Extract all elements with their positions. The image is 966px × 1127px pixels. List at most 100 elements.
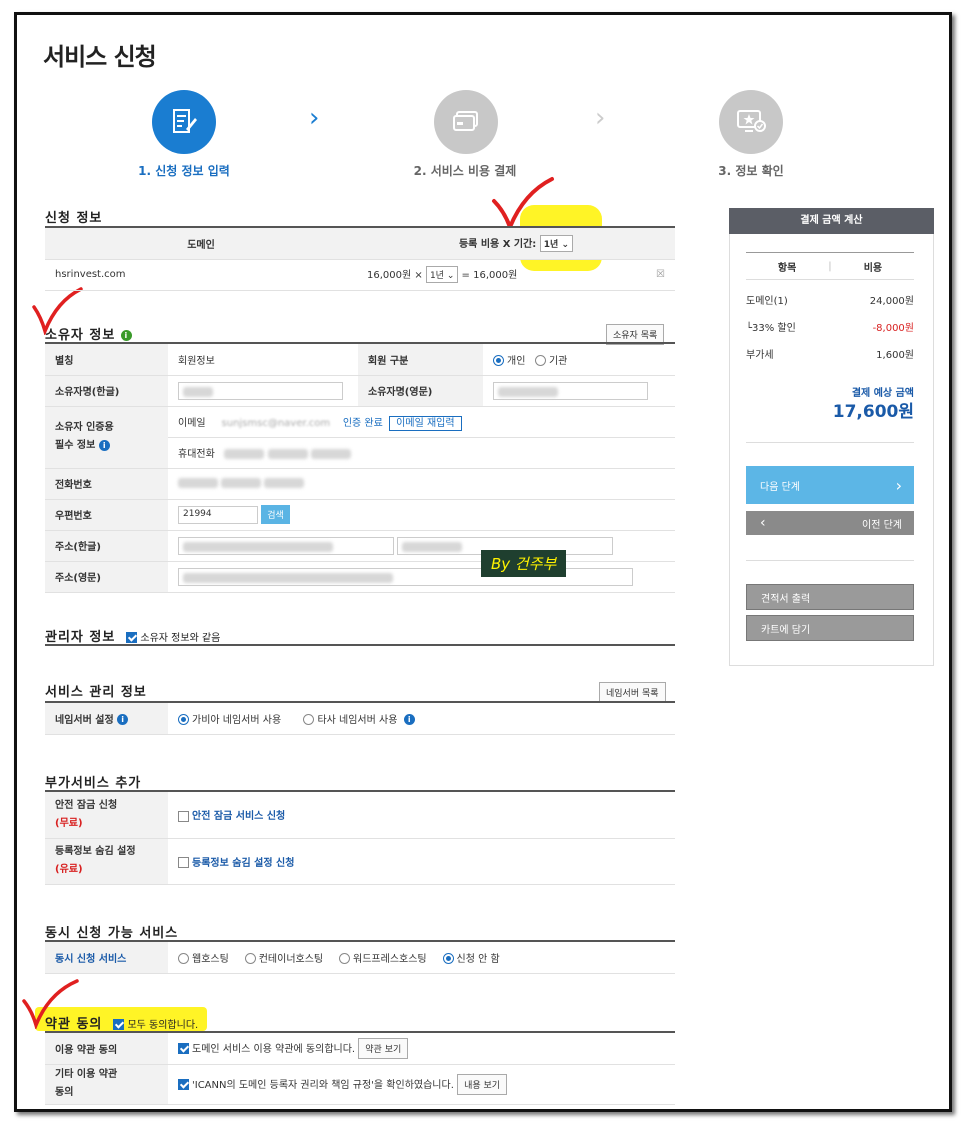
period-select[interactable]: 1년 ⌄ [539,235,574,252]
period-select-value: 1년 [543,240,559,250]
add-to-cart-label: 카트에 담기 [761,624,811,636]
check-mark-icon [492,177,554,231]
fee-period-select[interactable]: 1년 ⌄ [425,266,459,284]
remove-icon[interactable]: ☒ [656,269,665,280]
radio-gabia-ns[interactable] [178,714,189,726]
name-en-label: 소유자명(영문) [358,375,483,407]
col-fee-label: 등록 비용 X 기간: [458,238,537,250]
row-item: 도메인(1) [746,296,788,307]
add-to-cart-button[interactable]: 카트에 담기 [746,615,914,641]
page-frame: 서비스 신청 › › 1. 신청 정보 입력 2. 서비스 비용 결제 3. 정… [14,12,952,1112]
radio-personal[interactable] [493,355,504,367]
name-en-input[interactable] [493,381,648,400]
radio-wordpress[interactable] [339,953,351,965]
service-table: 네임서버 설정 i 가비아 네임서버 사용 타사 네임서버 사용 i [45,703,675,735]
radio-other-ns[interactable] [303,714,315,726]
radio-none[interactable] [442,953,454,965]
addr-ko-input[interactable] [178,536,394,555]
same-as-owner-checkbox[interactable] [126,632,138,643]
terms-table: 이용 약관 동의 도메인 서비스 이용 약관에 동의합니다. 약관 보기 기타 … [45,1033,675,1105]
sidebar-title: 결제 금액 계산 [729,208,934,234]
ns-label-cell: 네임서버 설정 i [45,703,168,735]
prev-step-button[interactable]: ‹ 이전 단계 [746,511,914,535]
fee-total: = 16,000원 [461,269,518,281]
hide-option-cell: 등록정보 숨김 설정 신청 [168,838,675,885]
terms-row1-checkbox[interactable] [178,1043,189,1055]
monitor-check-icon [719,90,783,154]
same-as-owner-label: 소유자 정보와 같음 [140,633,221,644]
zip-search-button[interactable]: 검색 [261,505,290,524]
step-1-label: 1. 신청 정보 입력 [138,164,230,178]
hide-price: (유료) [55,864,83,875]
phone-inputs[interactable] [168,468,675,500]
hide-checkbox[interactable] [178,857,189,868]
phone-label: 전화번호 [45,468,168,500]
email-row: 이메일 sunjsmsc@naver.com 인증 완료 이메일 재입력 [168,406,675,438]
ns-list-button[interactable]: 네임서버 목록 [599,682,666,703]
owner-section-title: 소유자 정보 i [45,324,132,343]
sidebar-row: 도메인(1) 24,000원 [746,292,914,307]
bundle-option-3: 워드프레스호스팅 [353,953,427,965]
email-reenter-button[interactable]: 이메일 재입력 [389,416,462,431]
ns-label: 네임서버 설정 [55,714,114,726]
radio-webhosting[interactable] [178,953,189,965]
lock-checkbox[interactable] [178,810,189,822]
agree-all-checkbox[interactable] [113,1019,125,1030]
col-item: 항목 [777,262,797,274]
view-terms-button[interactable]: 약관 보기 [358,1037,409,1059]
terms-row1-label: 이용 약관 동의 [45,1033,168,1065]
auth-label: 소유자 인증용 필수 정보 i [45,406,168,469]
application-table: 도메인 등록 비용 X 기간: 1년 ⌄ hsrinvest.com 16,00… [45,228,675,291]
email-label: 이메일 [178,418,206,429]
form-edit-icon [152,90,216,154]
name-ko-input[interactable] [178,381,343,400]
mobile-label: 휴대전화 [178,449,215,460]
owner-title-text: 소유자 정보 [45,328,116,343]
next-step-label: 다음 단계 [760,481,800,493]
application-section-title: 신청 정보 [45,211,103,226]
info-icon[interactable]: i [117,714,129,726]
addons-section-title: 부가서비스 추가 [45,776,142,791]
lock-option: 안전 잠금 서비스 신청 [192,811,286,823]
email-value: sunjsmsc@naver.com [221,418,331,429]
hide-label: 등록정보 숨김 설정 [55,846,136,857]
view-content-button[interactable]: 내용 보기 [457,1073,508,1095]
quote-print-button[interactable]: 견적서 출력 [746,584,914,610]
terms-row2-text: 'ICANN의 도메인 등록자 권리와 책임 규정'을 확인하였습니다. [192,1079,454,1091]
info-icon[interactable]: i [403,714,415,726]
zip-input[interactable]: 21994 [178,506,258,524]
zip-label: 우편번호 [45,499,168,531]
name-ko-label: 소유자명(한글) [45,375,168,407]
admin-title: 관리자 정보 [45,630,116,645]
row-item: 부가세 [746,350,774,361]
fee-period-value: 1년 [429,271,444,282]
fee-cell: 16,000원 × 1년 ⌄ = 16,000원 ☒ [357,259,675,291]
addr-ko-label: 주소(한글) [45,530,168,562]
total-value: 17,600원 [832,402,914,422]
chevron-left-icon: ‹ [760,515,766,531]
terms-title: 약관 동의 [45,1017,103,1032]
col-cost: 비용 [863,262,883,274]
radio-container[interactable] [244,953,256,965]
auth-label-line2: 필수 정보 [55,440,96,451]
payment-card-icon [434,90,498,154]
bundle-section-title: 동시 신청 가능 서비스 [45,926,179,941]
radio-org[interactable] [534,355,546,367]
lock-option-cell: 안전 잠금 서비스 신청 [168,792,675,839]
member-type-label: 회원 구분 [358,344,483,376]
bundle-option-2: 컨테이너호스팅 [258,953,324,965]
info-icon[interactable]: i [120,330,132,341]
terms-row2-checkbox[interactable] [178,1079,189,1090]
auth-done-text: 인증 완료 [342,418,383,429]
alias-value: 회원정보 [168,344,358,376]
terms-row2-label: 기타 이용 약관 동의 [45,1064,168,1105]
bundle-option-4: 신청 안 함 [456,953,500,965]
sidebar-row: 부가세 1,600원 [746,346,914,361]
member-type-cell: 개인 기관 [483,344,675,376]
row-cost: 24,000원 [869,296,914,307]
lock-label: 안전 잠금 신청 [55,799,118,811]
next-step-button[interactable]: 다음 단계 › [746,466,914,504]
radio-personal-label: 개인 [507,355,526,367]
admin-section: 관리자 정보 소유자 정보와 같음 [45,626,220,645]
info-icon[interactable]: i [98,439,110,451]
